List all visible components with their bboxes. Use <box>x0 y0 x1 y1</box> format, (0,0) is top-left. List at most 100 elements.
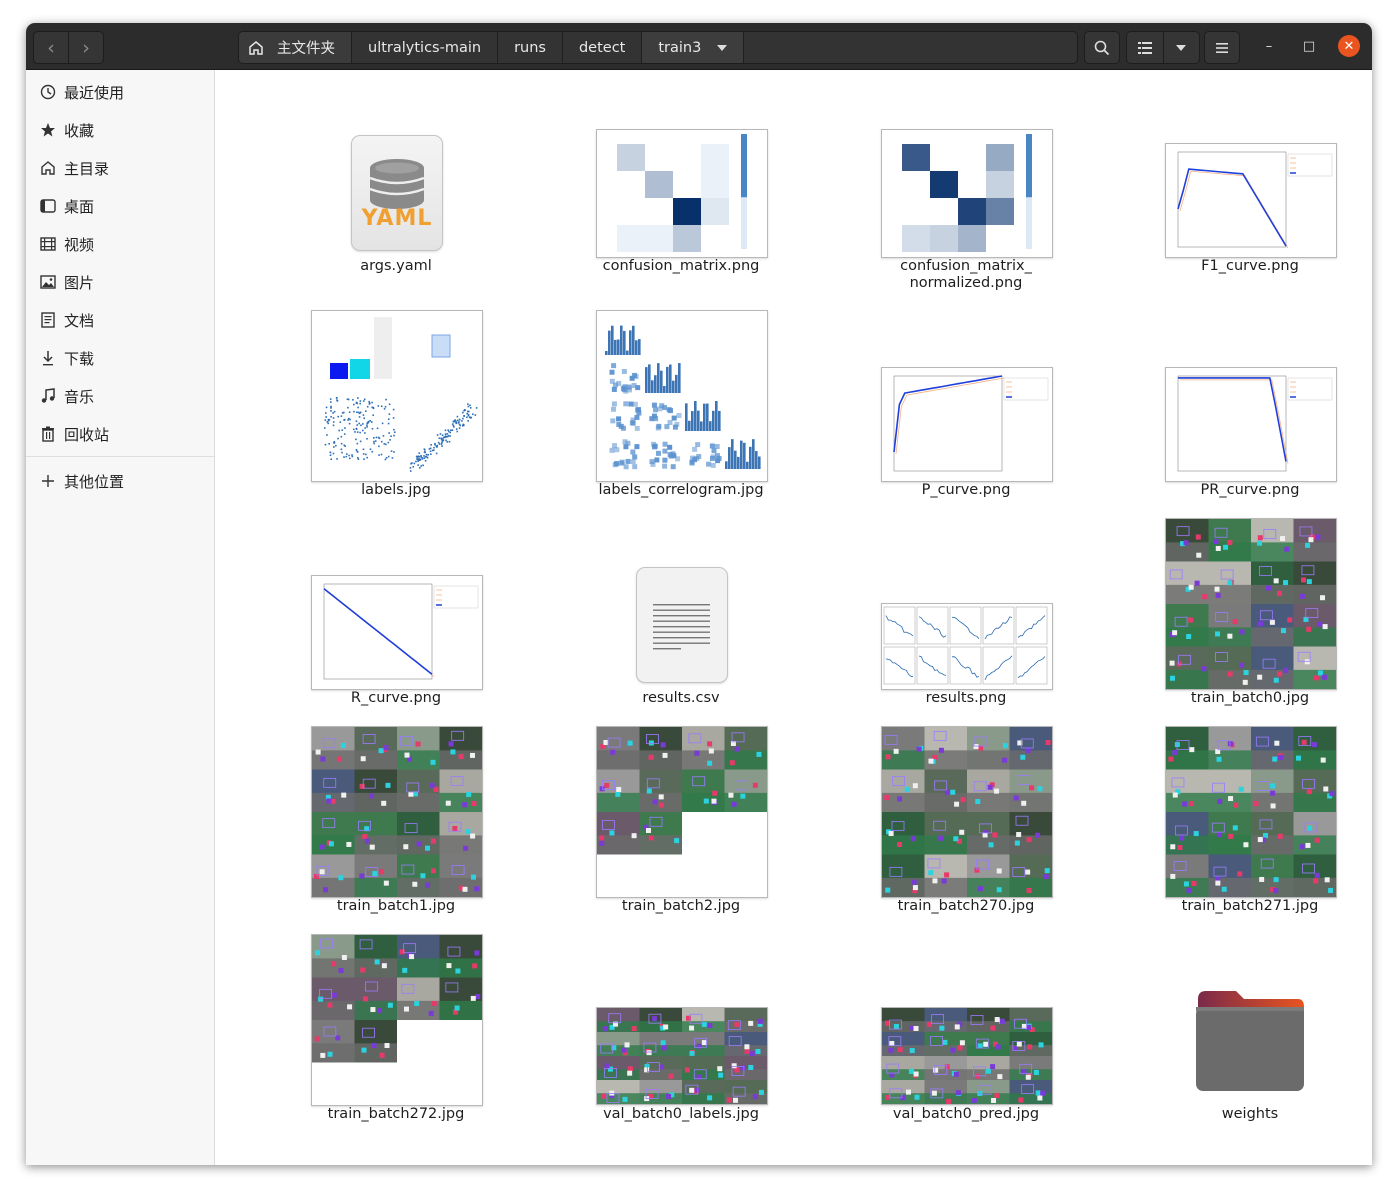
close-icon: ✕ <box>1343 38 1355 54</box>
chevron-left-icon: ‹ <box>47 36 55 59</box>
sidebar-item-label: 其他位置 <box>64 472 125 491</box>
breadcrumb-runs[interactable]: runs <box>498 32 563 63</box>
file-name-label: train_batch1.jpg <box>336 898 456 914</box>
image-thumbnail <box>596 129 768 258</box>
sidebar: 最近使用收藏主目录桌面视频图片文档下载音乐回收站其他位置 <box>26 70 215 1165</box>
video-icon <box>39 235 57 253</box>
sidebar-item-6[interactable]: 文档 <box>26 303 214 337</box>
image-thumbnail <box>881 1007 1053 1105</box>
file-name-label: confusion_matrix_ normalized.png <box>900 258 1032 291</box>
sidebar-item-2[interactable]: 主目录 <box>26 151 214 185</box>
download-icon <box>39 349 57 367</box>
image-thumbnail <box>596 310 768 482</box>
image-thumbnail <box>596 1007 768 1105</box>
chevron-down-icon <box>1176 44 1187 51</box>
yaml-file-icon: YAML <box>351 135 443 251</box>
sidebar-item-label: 收藏 <box>64 121 95 140</box>
breadcrumb-detect[interactable]: detect <box>563 32 643 63</box>
sidebar-item-label: 图片 <box>64 273 95 292</box>
breadcrumb: 主文件夹 ultralytics-main runs detect train3 <box>238 31 1078 64</box>
file-name-label: P_curve.png <box>921 482 1011 498</box>
close-button[interactable]: ✕ <box>1338 35 1360 57</box>
image-thumbnail <box>881 603 1053 690</box>
view-dropdown-button[interactable] <box>1162 32 1200 63</box>
sidebar-item-5[interactable]: 图片 <box>26 265 214 299</box>
chevron-right-icon: › <box>82 36 90 59</box>
sidebar-item-0[interactable]: 最近使用 <box>26 75 214 109</box>
sidebar-item-4[interactable]: 视频 <box>26 227 214 261</box>
file-name-label: train_batch271.jpg <box>1181 898 1319 914</box>
maximize-button[interactable]: □ <box>1298 35 1320 57</box>
file-name-label: results.png <box>925 690 1007 706</box>
breadcrumb-home[interactable]: 主文件夹 <box>239 32 352 63</box>
image-thumbnail <box>311 310 483 482</box>
back-button[interactable]: ‹ <box>34 32 68 63</box>
yaml-badge: YAML <box>361 206 433 231</box>
clock-icon <box>39 83 57 101</box>
sidebar-item-other-locations[interactable]: 其他位置 <box>26 464 214 498</box>
minimize-button[interactable]: – <box>1258 35 1280 57</box>
file-name-label: PR_curve.png <box>1200 482 1300 498</box>
image-thumbnail <box>1165 143 1337 258</box>
text-file-icon <box>636 567 728 683</box>
list-view-button[interactable] <box>1127 32 1163 63</box>
image-thumbnail <box>881 726 1053 898</box>
image-thumbnail <box>1165 726 1337 898</box>
sidebar-item-7[interactable]: 下载 <box>26 341 214 375</box>
sidebar-item-3[interactable]: 桌面 <box>26 189 214 223</box>
breadcrumb-train3[interactable]: train3 <box>642 32 745 63</box>
file-name-label: train_batch0.jpg <box>1190 690 1310 706</box>
image-thumbnail <box>596 726 768 898</box>
file-name-label: R_curve.png <box>350 690 442 706</box>
menu-button[interactable] <box>1204 31 1240 64</box>
image-thumbnail <box>311 575 483 690</box>
file-manager-window: ‹ › 主文件夹 ultralytics-main runs detect tr… <box>26 23 1372 1165</box>
image-thumbnail <box>1165 367 1337 482</box>
image-thumbnail <box>311 726 483 898</box>
image-icon <box>39 273 57 291</box>
sidebar-item-9[interactable]: 回收站 <box>26 417 214 451</box>
breadcrumb-label: ultralytics-main <box>368 39 482 56</box>
search-button[interactable] <box>1084 31 1120 64</box>
view-options <box>1126 31 1200 64</box>
sidebar-item-1[interactable]: 收藏 <box>26 113 214 147</box>
sidebar-item-label: 下载 <box>64 349 95 368</box>
breadcrumb-ultralytics-main[interactable]: ultralytics-main <box>352 32 499 63</box>
plus-icon <box>39 472 57 490</box>
forward-button[interactable]: › <box>68 32 103 63</box>
maximize-icon: □ <box>1302 38 1316 54</box>
list-icon <box>1137 41 1152 54</box>
sidebar-item-label: 视频 <box>64 235 95 254</box>
home-icon <box>39 159 57 177</box>
breadcrumb-label: runs <box>514 39 546 56</box>
sidebar-item-label: 回收站 <box>64 425 110 444</box>
breadcrumb-label: train3 <box>658 39 702 56</box>
file-name-label: confusion_matrix.png <box>602 258 760 274</box>
image-thumbnail <box>881 129 1053 258</box>
document-icon <box>39 311 57 329</box>
sidebar-item-label: 最近使用 <box>64 83 125 102</box>
chevron-down-icon <box>717 44 728 51</box>
file-name-label: train_batch272.jpg <box>327 1106 465 1122</box>
navigation-buttons: ‹ › <box>33 31 104 64</box>
header-bar: ‹ › 主文件夹 ultralytics-main runs detect tr… <box>26 23 1372 70</box>
file-name-label: F1_curve.png <box>1201 258 1299 274</box>
sidebar-item-8[interactable]: 音乐 <box>26 379 214 413</box>
breadcrumb-label: 主文件夹 <box>277 41 335 57</box>
home-icon <box>249 40 263 55</box>
file-name-label: val_batch0_labels.jpg <box>603 1106 759 1122</box>
image-thumbnail <box>1165 518 1337 690</box>
breadcrumb-label: detect <box>578 39 626 56</box>
file-name-label: labels_correlogram.jpg <box>598 482 764 498</box>
database-icon <box>369 159 425 209</box>
file-name-label: results.csv <box>642 690 720 706</box>
search-icon <box>1094 40 1110 55</box>
image-thumbnail <box>881 367 1053 482</box>
sidebar-separator <box>26 456 214 457</box>
image-thumbnail <box>311 934 483 1106</box>
sidebar-item-label: 音乐 <box>64 387 95 406</box>
folder-icon <box>1194 987 1306 1093</box>
hamburger-icon <box>1216 42 1228 53</box>
desktop-icon <box>39 197 57 215</box>
sidebar-item-label: 桌面 <box>64 197 95 216</box>
